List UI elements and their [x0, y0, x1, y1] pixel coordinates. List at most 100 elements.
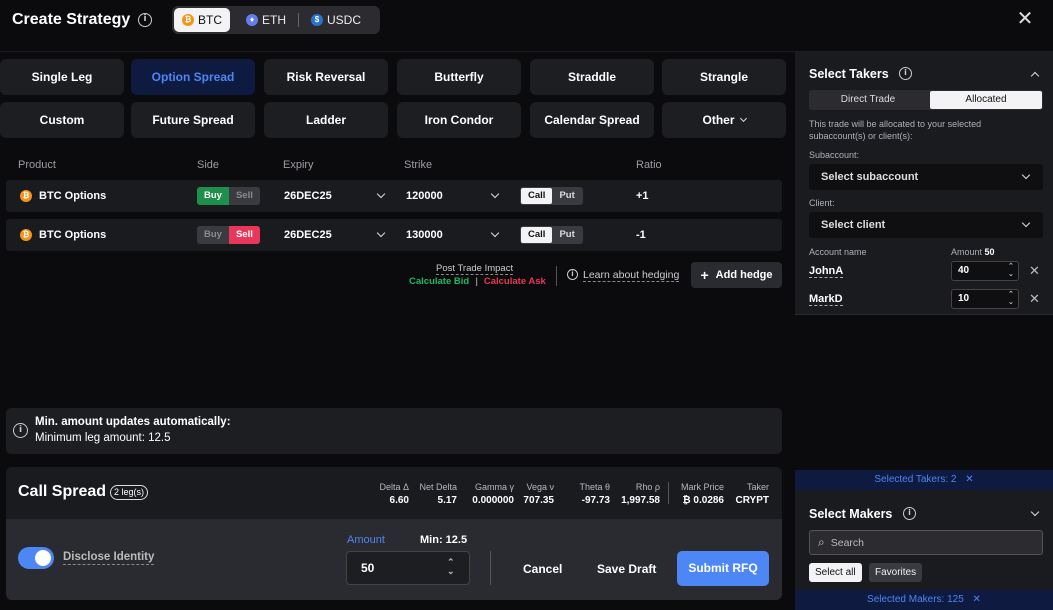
search-icon: ⌕ [818, 535, 825, 549]
select-makers-title: Select Makers [809, 507, 893, 521]
clear-icon[interactable]: ✕ [965, 474, 973, 485]
strategy-future-spread[interactable]: Future Spread [131, 102, 255, 138]
greek-delta: Delta Δ 6.60 [379, 482, 409, 506]
info-icon[interactable]: i [899, 67, 912, 80]
info-icon: i [567, 269, 578, 280]
account-amount-input[interactable]: 10 ⌃ ⌄ [951, 289, 1019, 309]
divider [298, 13, 299, 27]
tab-direct-trade[interactable]: Direct Trade [810, 91, 926, 109]
notice-text: Minimum leg amount: 12.5 [35, 432, 171, 444]
side-toggle: Buy Sell [197, 187, 260, 205]
expiry-select[interactable]: 26DEC25 [284, 219, 386, 251]
strategy-other[interactable]: Other [662, 102, 786, 138]
option-type-toggle: Call Put [520, 226, 583, 244]
chevron-down-icon [1021, 170, 1031, 180]
select-all-button[interactable]: Select all [809, 563, 862, 582]
tab-allocated[interactable]: Allocated [930, 91, 1042, 109]
asset-btc-tab[interactable]: ₿ BTC [174, 8, 230, 32]
put-button[interactable]: Put [552, 227, 581, 243]
strategy-custom[interactable]: Custom [0, 102, 124, 138]
subaccount-label: Subaccount: [809, 150, 860, 160]
divider [490, 551, 491, 585]
account-amount-input[interactable]: 40 ⌃ ⌄ [951, 261, 1019, 281]
strategy-risk-reversal[interactable]: Risk Reversal [264, 59, 388, 95]
chevron-down-icon [490, 189, 500, 199]
cancel-button[interactable]: Cancel [523, 562, 562, 576]
post-trade-impact-label: Post Trade Impact [436, 263, 514, 275]
amount-header: Amount 50 [951, 247, 995, 257]
strategy-summary-title: Call Spread [18, 483, 107, 500]
stepper-icon[interactable]: ⌃ ⌄ [1008, 263, 1014, 279]
calculate-ask-link[interactable]: Calculate Ask [484, 276, 546, 287]
greek-theta: Theta θ -97.73 [579, 482, 610, 506]
header-bar: Create Strategy i ₿ BTC ♦ ETH $ USDC ✕ [0, 0, 1053, 52]
side-toggle: Buy Sell [197, 226, 260, 244]
col-strike: Strike [404, 159, 433, 171]
option-type-toggle: Call Put [520, 187, 583, 205]
buy-button[interactable]: Buy [197, 187, 229, 205]
add-hedge-button[interactable]: + Add hedge [691, 262, 782, 288]
eth-coin-icon: ♦ [246, 14, 258, 26]
min-amount-label: Min: 12.5 [420, 534, 468, 546]
usdc-coin-icon: $ [311, 14, 323, 26]
strategy-ladder[interactable]: Ladder [264, 102, 388, 138]
clear-icon[interactable]: ✕ [973, 594, 981, 605]
submit-rfq-button[interactable]: Submit RFQ [677, 551, 769, 586]
notice-title: Min. amount updates automatically: [35, 416, 231, 428]
strategy-straddle[interactable]: Straddle [530, 59, 654, 95]
col-product: Product [18, 159, 56, 171]
info-icon: i [13, 423, 28, 438]
chevron-down-icon [376, 189, 386, 199]
table-row: ₿ BTC Options Buy Sell 26DEC25 130000 Call… [6, 219, 782, 251]
calculate-bid-link[interactable]: Calculate Bid [409, 276, 469, 287]
learn-hedging-link[interactable]: Learn about hedging [583, 269, 680, 282]
strategy-calendar-spread[interactable]: Calendar Spread [530, 102, 654, 138]
col-side: Side [197, 159, 220, 171]
sell-button[interactable]: Sell [229, 187, 260, 205]
selected-takers-bar: Selected Takers: 2 ✕ [795, 470, 1053, 490]
close-icon[interactable]: ✕ [1016, 9, 1034, 29]
makers-search-input[interactable]: ⌕ Search [809, 530, 1043, 555]
strategy-single-leg[interactable]: Single Leg [0, 59, 124, 95]
info-icon[interactable]: i [903, 507, 916, 520]
chevron-down-icon [1021, 218, 1031, 228]
remove-icon[interactable]: ✕ [1029, 263, 1040, 279]
favorites-button[interactable]: Favorites [869, 563, 923, 582]
client-select[interactable]: Select client [809, 212, 1043, 238]
greek-rho: Rho ρ 1,997.58 [621, 482, 660, 506]
strike-select[interactable]: 130000 [406, 219, 500, 251]
stepper-icon[interactable]: ⌃ ⌄ [447, 558, 455, 576]
info-icon[interactable]: i [138, 13, 152, 27]
amount-input[interactable]: 50 ⌃ ⌄ [346, 551, 470, 585]
selected-makers-bar: Selected Makers: 125 ✕ [795, 590, 1053, 610]
mark-price: Mark Price ₿ 0.0286 [680, 482, 724, 506]
strategy-iron-condor[interactable]: Iron Condor [397, 102, 521, 138]
call-button[interactable]: Call [521, 188, 553, 204]
account-name: JohnA [809, 265, 844, 278]
strike-select[interactable]: 120000 [406, 180, 500, 212]
col-expiry: Expiry [283, 159, 314, 171]
expiry-select[interactable]: 26DEC25 [284, 180, 386, 212]
divider [668, 482, 669, 504]
account-name: MarkD [809, 293, 843, 306]
asset-usdc-tab[interactable]: $ USDC [303, 8, 369, 32]
select-takers-title: Select Takers [809, 67, 889, 81]
strategy-butterfly[interactable]: Butterfly [397, 59, 521, 95]
put-button[interactable]: Put [552, 188, 581, 204]
btc-coin-icon: ₿ [182, 14, 194, 26]
asset-switch: ₿ BTC ♦ ETH $ USDC [172, 6, 380, 34]
sell-button[interactable]: Sell [228, 226, 260, 244]
asset-eth-tab[interactable]: ♦ ETH [238, 8, 294, 32]
stepper-icon[interactable]: ⌃ ⌄ [1008, 291, 1014, 307]
chevron-down-icon [739, 114, 747, 123]
divider [556, 266, 557, 286]
buy-button[interactable]: Buy [197, 226, 229, 244]
save-draft-button[interactable]: Save Draft [597, 562, 656, 576]
subaccount-select[interactable]: Select subaccount [809, 164, 1043, 190]
strategy-strangle[interactable]: Strangle [662, 59, 786, 95]
disclose-identity-toggle[interactable] [18, 547, 54, 569]
remove-icon[interactable]: ✕ [1029, 291, 1040, 307]
call-button[interactable]: Call [521, 227, 553, 243]
strategy-option-spread[interactable]: Option Spread [131, 59, 255, 95]
plus-icon: + [700, 267, 709, 283]
